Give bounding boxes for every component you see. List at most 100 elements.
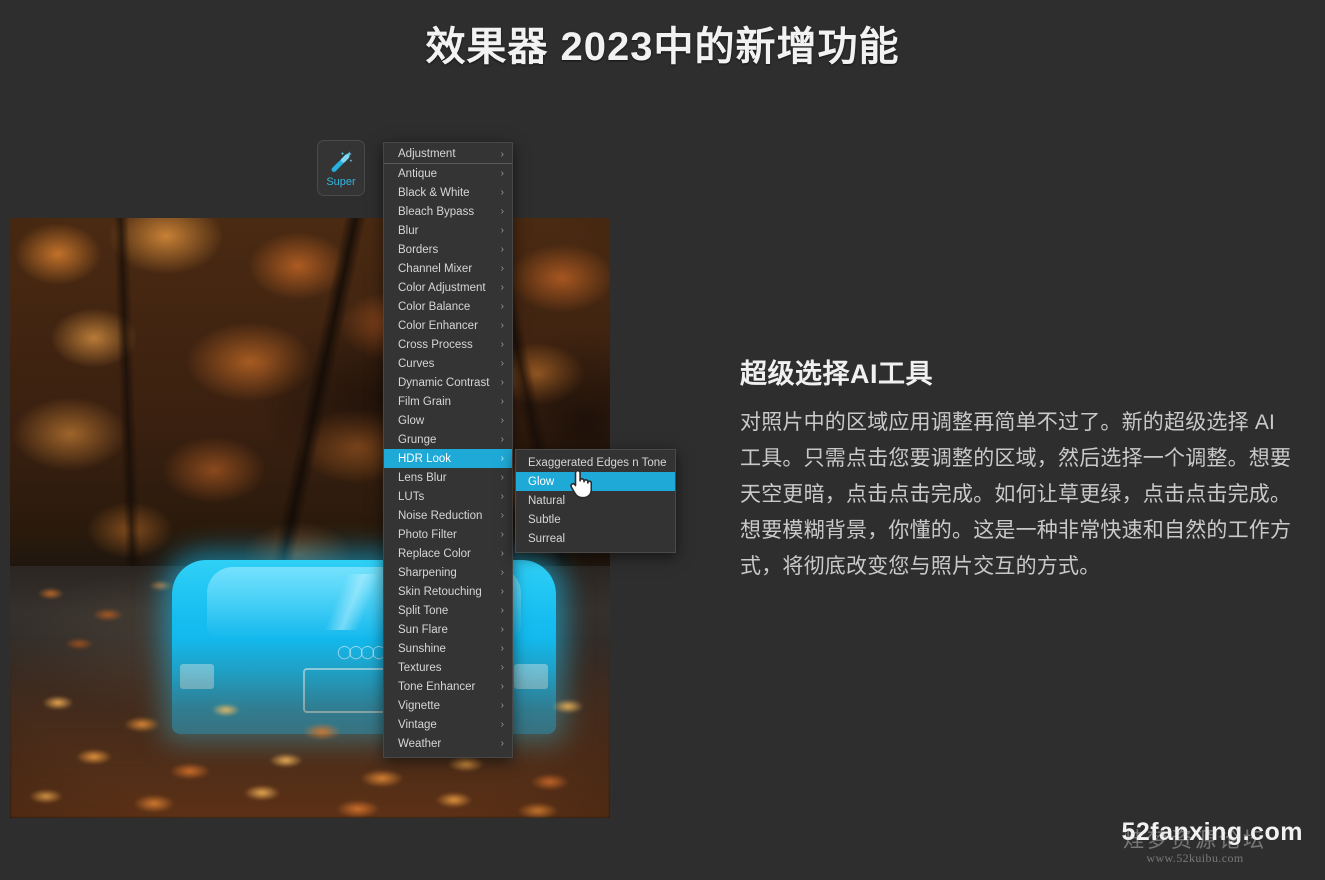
effects-menu-item[interactable]: Noise Reduction › — [384, 506, 512, 525]
effects-menu-item-label: Bleach Bypass — [398, 205, 475, 218]
effects-menu-item-label: Adjustment — [398, 148, 456, 160]
effects-menu-item-label: LUTs — [398, 490, 425, 503]
chevron-right-icon: › — [500, 282, 504, 293]
chevron-right-icon: › — [500, 148, 504, 160]
effects-menu-item-label: Black & White — [398, 186, 470, 199]
effects-menu-item-label: Color Enhancer — [398, 319, 478, 332]
effects-menu-item[interactable]: Dynamic Contrast › — [384, 373, 512, 392]
effects-menu-item[interactable]: Vintage › — [384, 715, 512, 734]
watermark-overlay: 烓梦资源论坛 www.52kuibu.com — [1123, 829, 1267, 866]
hdr-look-submenu[interactable]: Exaggerated Edges n Tone Glow Natural Subtl… — [515, 449, 676, 553]
effects-menu-item-label: Blur — [398, 224, 419, 237]
watermark-overlay-cn: 烓梦资源论坛 — [1123, 827, 1267, 852]
effects-menu-item-label: Film Grain — [398, 395, 452, 408]
magic-wand-icon — [331, 150, 353, 172]
chevron-right-icon: › — [500, 377, 504, 388]
submenu-item[interactable]: Natural — [516, 491, 675, 510]
effects-menu-item-label: Split Tone — [398, 604, 449, 617]
page-root: 效果器 2023中的新增功能 ◯◯◯◯ — [0, 0, 1325, 880]
effects-menu-item[interactable]: Sharpening › — [384, 563, 512, 582]
chevron-right-icon: › — [500, 206, 504, 217]
effects-menu-item-label: Grunge — [398, 433, 437, 446]
chevron-right-icon: › — [500, 681, 504, 692]
effects-menu-item[interactable]: Channel Mixer › — [384, 259, 512, 278]
chevron-right-icon: › — [500, 567, 504, 578]
submenu-item[interactable]: Exaggerated Edges n Tone — [516, 453, 675, 472]
effects-menu-item[interactable]: Color Balance › — [384, 297, 512, 316]
effects-menu-item[interactable]: Antique › — [384, 164, 512, 183]
effects-menu-item-label: Curves — [398, 357, 435, 370]
effects-menu-item[interactable]: Photo Filter › — [384, 525, 512, 544]
effects-menu-item[interactable]: Sun Flare › — [384, 620, 512, 639]
effects-menu-item[interactable]: Film Grain › — [384, 392, 512, 411]
chevron-right-icon: › — [500, 396, 504, 407]
effects-menu-item[interactable]: Sunshine › — [384, 639, 512, 658]
effects-menu-item-label: Vignette — [398, 699, 440, 712]
chevron-right-icon: › — [500, 643, 504, 654]
effects-menu-item[interactable]: Color Enhancer › — [384, 316, 512, 335]
effects-menu-item-label: Channel Mixer — [398, 262, 473, 275]
effects-menu-item-label: Skin Retouching — [398, 585, 482, 598]
chevron-right-icon: › — [500, 738, 504, 749]
effects-menu-item[interactable]: Skin Retouching › — [384, 582, 512, 601]
chevron-right-icon: › — [500, 415, 504, 426]
chevron-right-icon: › — [500, 358, 504, 369]
effects-menu-item-label: Color Adjustment — [398, 281, 486, 294]
chevron-right-icon: › — [500, 719, 504, 730]
chevron-right-icon: › — [500, 605, 504, 616]
effects-menu-item[interactable]: Adjustment › — [384, 145, 512, 164]
effects-menu-item[interactable]: Blur › — [384, 221, 512, 240]
effects-menu-item[interactable]: Borders › — [384, 240, 512, 259]
effects-menu-item-label: Glow — [398, 414, 425, 427]
effects-menu-item[interactable]: LUTs › — [384, 487, 512, 506]
effects-menu-item-label: Noise Reduction — [398, 509, 483, 522]
effects-menu-item[interactable]: Textures › — [384, 658, 512, 677]
submenu-item-label: Glow — [528, 475, 555, 488]
chevron-right-icon: › — [500, 225, 504, 236]
chevron-right-icon: › — [500, 700, 504, 711]
effects-menu-item[interactable]: Black & White › — [384, 183, 512, 202]
effects-menu-item[interactable]: HDR Look › — [384, 449, 512, 468]
submenu-item[interactable]: Surreal — [516, 529, 675, 548]
submenu-item[interactable]: Subtle — [516, 510, 675, 529]
chevron-right-icon: › — [500, 301, 504, 312]
chevron-right-icon: › — [500, 586, 504, 597]
effects-menu-item[interactable]: Grunge › — [384, 430, 512, 449]
effects-menu-item[interactable]: Replace Color › — [384, 544, 512, 563]
effects-menu-item-label: Sun Flare — [398, 623, 448, 636]
effects-menu-item[interactable]: Bleach Bypass › — [384, 202, 512, 221]
effects-menu-item-label: Sharpening — [398, 566, 457, 579]
effects-menu-item-label: Borders — [398, 243, 439, 256]
chevron-right-icon: › — [500, 548, 504, 559]
effects-menu-item[interactable]: Tone Enhancer › — [384, 677, 512, 696]
effects-menu-item-label: Sunshine — [398, 642, 446, 655]
submenu-item-label: Natural — [528, 494, 566, 507]
effects-menu-item[interactable]: Cross Process › — [384, 335, 512, 354]
effects-menu-item-label: HDR Look — [398, 452, 452, 465]
effects-menu-item-label: Replace Color — [398, 547, 471, 560]
chevron-right-icon: › — [500, 187, 504, 198]
effects-menu-item[interactable]: Color Adjustment › — [384, 278, 512, 297]
effects-menu-item-label: Antique — [398, 167, 438, 180]
effects-menu-item[interactable]: Lens Blur › — [384, 468, 512, 487]
watermark-overlay-url: www.52kuibu.com — [1146, 851, 1244, 865]
chevron-right-icon: › — [500, 168, 504, 179]
chevron-right-icon: › — [500, 472, 504, 483]
effects-menu-item-label: Weather — [398, 737, 442, 750]
effects-menu-item[interactable]: Curves › — [384, 354, 512, 373]
effects-menu-item[interactable]: Glow › — [384, 411, 512, 430]
submenu-item[interactable]: Glow — [516, 472, 675, 491]
effects-menu-item-label: Dynamic Contrast — [398, 376, 490, 389]
effects-menu-item-label: Lens Blur — [398, 471, 447, 484]
effects-menu-item-label: Vintage — [398, 718, 437, 731]
effects-menu-item-label: Color Balance — [398, 300, 471, 313]
effects-menu-item-label: Cross Process — [398, 338, 473, 351]
submenu-item-label: Subtle — [528, 513, 561, 526]
effects-menu[interactable]: Adjustment › Antique › Black & White › Bleach … — [383, 142, 513, 758]
super-select-tool-button[interactable]: Super — [317, 140, 365, 196]
effects-menu-item[interactable]: Split Tone › — [384, 601, 512, 620]
effects-menu-item[interactable]: Vignette › — [384, 696, 512, 715]
feature-heading: 超级选择AI工具 — [740, 359, 933, 389]
photo-leaf-litter-layer — [10, 638, 610, 818]
effects-menu-item[interactable]: Weather › — [384, 734, 512, 753]
